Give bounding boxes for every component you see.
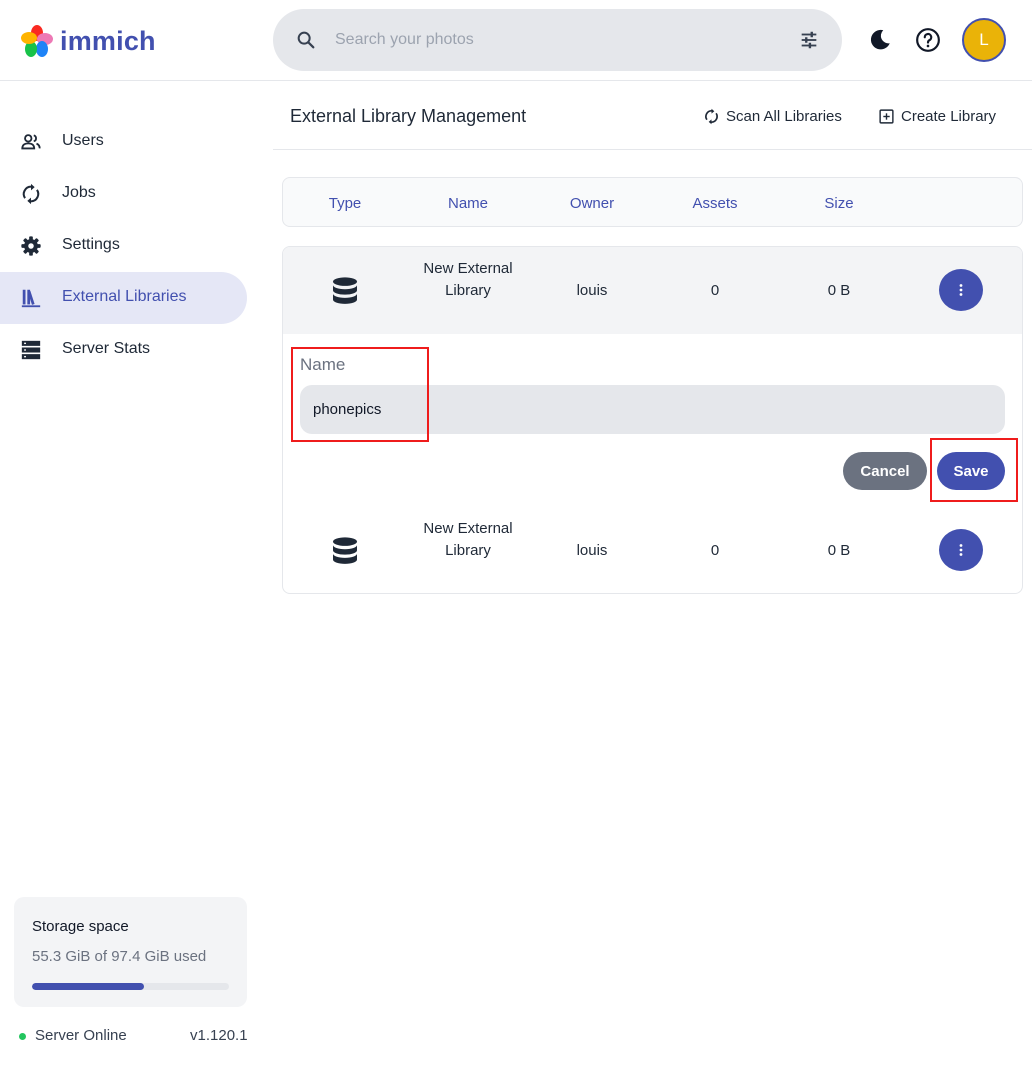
bookshelf-icon xyxy=(21,289,41,308)
dots-vertical-icon xyxy=(959,544,963,556)
storage-progress-fill xyxy=(32,983,144,990)
create-library-button[interactable]: Create Library xyxy=(878,104,996,128)
server-status: Server Online xyxy=(35,1027,127,1044)
search-bar[interactable] xyxy=(273,9,842,71)
library-name: New External Library xyxy=(423,260,513,299)
immich-logo-icon xyxy=(21,25,53,57)
sidebar-item-label: External Libraries xyxy=(62,288,187,305)
search-icon[interactable] xyxy=(295,29,317,51)
sidebar-item-jobs[interactable]: Jobs xyxy=(0,168,247,220)
tune-icon[interactable] xyxy=(798,29,820,51)
account-multiple-icon xyxy=(21,134,41,150)
page-header: External Library Management Scan All Lib… xyxy=(273,82,1032,150)
sync-icon xyxy=(22,183,40,205)
library-menu-button[interactable] xyxy=(939,269,983,311)
storage-title: Storage space xyxy=(32,918,129,935)
storage-used-text: 55.3 GiB of 97.4 GiB used xyxy=(32,948,207,965)
server-version[interactable]: v1.120.1 xyxy=(190,1027,248,1044)
database-icon xyxy=(333,537,357,564)
top-bar: immich L xyxy=(0,0,1032,81)
sidebar-item-server-stats[interactable]: Server Stats xyxy=(0,324,247,376)
database-icon xyxy=(333,277,357,304)
library-assets: 0 xyxy=(710,542,720,559)
table-row: New External Library louis 0 0 B xyxy=(283,507,1022,593)
sidebar-item-label: Server Stats xyxy=(62,340,151,357)
user-avatar[interactable]: L xyxy=(962,18,1006,62)
libraries-table-header: Type Name Owner Assets Size xyxy=(282,177,1023,227)
library-size: 0 B xyxy=(827,542,851,559)
table-row: New External Library louis 0 0 B xyxy=(283,247,1022,334)
library-menu-button[interactable] xyxy=(939,529,983,571)
theme-toggle-button[interactable] xyxy=(864,24,896,56)
sidebar-item-label: Jobs xyxy=(62,184,96,201)
library-owner: louis xyxy=(576,282,608,299)
sidebar-item-label: Users xyxy=(62,132,104,149)
libraries-table-body: New External Library louis 0 0 B Name Ca… xyxy=(282,246,1023,594)
sidebar-item-label: Settings xyxy=(62,236,120,253)
library-name: New External Library xyxy=(423,520,513,559)
sync-icon xyxy=(705,108,718,124)
server-icon xyxy=(21,340,41,360)
admin-sidebar: Users Jobs Settings External Libraries S… xyxy=(0,82,264,1072)
plus-box-icon xyxy=(879,108,894,124)
save-button[interactable]: Save xyxy=(937,452,1005,490)
search-input[interactable] xyxy=(335,27,775,53)
scan-all-libraries-button[interactable]: Scan All Libraries xyxy=(703,104,842,128)
sidebar-item-settings[interactable]: Settings xyxy=(0,220,247,272)
help-circle-icon xyxy=(916,28,940,52)
page-title: External Library Management xyxy=(290,106,527,126)
dots-vertical-icon xyxy=(959,284,963,296)
sidebar-item-external-libraries[interactable]: External Libraries xyxy=(0,272,247,324)
moon-icon xyxy=(870,29,890,50)
storage-card: Storage space 55.3 GiB of 97.4 GiB used xyxy=(14,897,247,1007)
sidebar-item-users[interactable]: Users xyxy=(0,116,247,168)
name-field-label: Name xyxy=(300,355,346,374)
column-header-owner: Owner xyxy=(569,195,615,212)
column-header-size: Size xyxy=(824,195,854,212)
server-online-indicator xyxy=(19,1033,26,1040)
rename-library-form: Name Cancel Save xyxy=(283,334,1022,504)
column-header-name: Name xyxy=(447,195,488,212)
immich-logo[interactable]: immich xyxy=(20,24,156,58)
cog-icon xyxy=(21,236,41,256)
library-assets: 0 xyxy=(710,282,720,299)
library-size: 0 B xyxy=(827,282,851,299)
cancel-button[interactable]: Cancel xyxy=(843,452,927,490)
app-name: immich xyxy=(60,25,156,56)
library-owner: louis xyxy=(576,542,608,559)
create-library-label: Create Library xyxy=(901,107,997,125)
scan-all-libraries-label: Scan All Libraries xyxy=(726,107,842,125)
column-header-assets: Assets xyxy=(692,195,738,212)
library-name-input[interactable] xyxy=(300,385,1005,434)
help-button[interactable] xyxy=(912,24,944,56)
storage-progress-bar xyxy=(32,983,229,990)
column-header-type: Type xyxy=(328,195,362,212)
